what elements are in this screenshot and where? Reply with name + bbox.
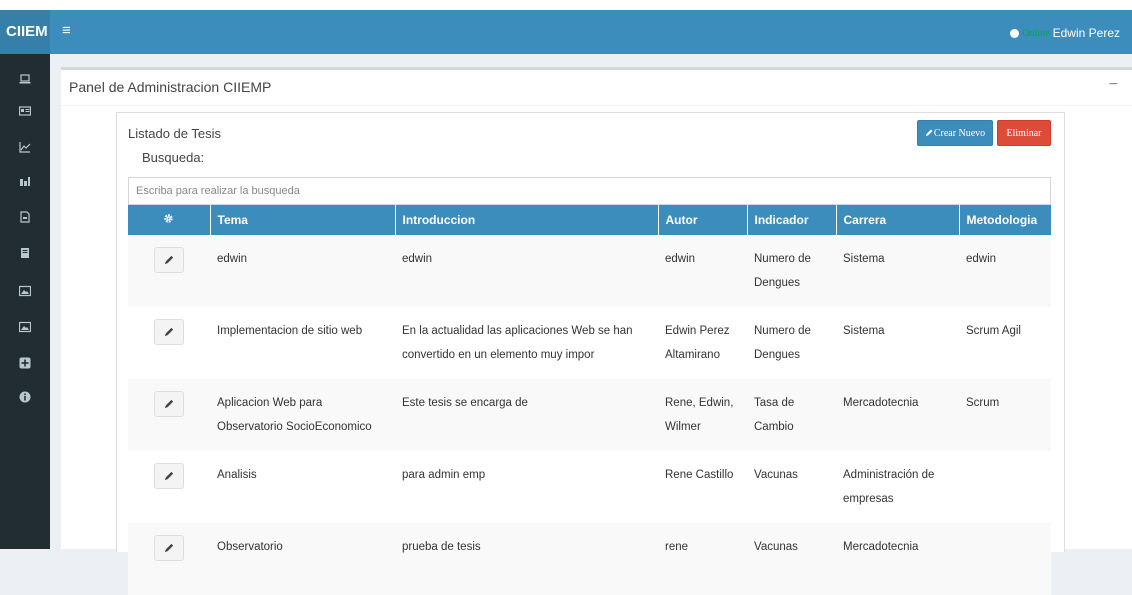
table-row: Observatorio prueba de tesis rene Vacuna… [128, 523, 1051, 595]
pencil-icon [164, 472, 173, 481]
thesis-table: Tema Introduccion Autor Indicador Carrer… [128, 205, 1052, 595]
cell-metodologia: Scrum [959, 379, 1051, 451]
admin-panel: Panel de Administracion CIIEMP − Listado… [61, 67, 1132, 595]
cell-carrera: Administración de empresas [836, 451, 959, 523]
line-chart-icon[interactable] [0, 138, 50, 156]
column-header-tema[interactable]: Tema [210, 205, 396, 235]
cell-tema: Analisis [210, 451, 395, 523]
cell-autor: rene [658, 523, 747, 595]
cell-indicador: Numero de Dengues [747, 307, 836, 379]
user-name: Edwin Perez [1052, 26, 1120, 40]
column-header-autor[interactable]: Autor [658, 205, 748, 235]
panel-divider [61, 105, 1132, 106]
create-new-label: Crear Nuevo [933, 128, 986, 139]
table-row: Analisis para admin emp Rene Castillo Va… [128, 451, 1051, 523]
app-logo[interactable]: CIIEM [0, 10, 50, 54]
cell-indicador: Vacunas [747, 523, 836, 595]
cell-autor: Edwin Perez Altamirano [658, 307, 747, 379]
cell-tema: Observatorio [210, 523, 395, 595]
pencil-icon [164, 328, 173, 337]
edit-button[interactable] [154, 319, 184, 345]
edit-button[interactable] [154, 391, 184, 417]
list-title: Listado de Tesis [128, 126, 221, 141]
sidebar [0, 54, 50, 549]
cell-autor: edwin [658, 235, 747, 307]
user-menu[interactable]: Online Edwin Perez [1010, 26, 1120, 40]
cell-metodologia: Scrum Agil [959, 307, 1051, 379]
search-input[interactable] [128, 177, 1051, 205]
edit-button[interactable] [154, 463, 184, 489]
table-row: Implementacion de sitio web En la actual… [128, 307, 1051, 379]
cell-indicador: Vacunas [747, 451, 836, 523]
cell-carrera: Mercadotecnia [836, 379, 959, 451]
cell-metodologia [959, 451, 1051, 523]
status-dot-icon [1010, 28, 1020, 38]
cell-carrera: Sistema [836, 235, 959, 307]
gear-icon [128, 205, 211, 235]
pencil-icon [925, 129, 933, 137]
cell-indicador: Tasa de Cambio [747, 379, 836, 451]
bar-chart-icon[interactable] [0, 172, 50, 190]
pencil-icon [164, 256, 173, 265]
table-header-row: Tema Introduccion Autor Indicador Carrer… [128, 205, 1052, 235]
cell-carrera: Mercadotecnia [836, 523, 959, 595]
pencil-icon [164, 400, 173, 409]
file-pdf-icon[interactable] [0, 208, 50, 226]
cell-introduccion: En la actualidad las aplicaciones Web se… [395, 307, 658, 379]
cell-introduccion: para admin emp [395, 451, 658, 523]
info-circle-icon[interactable] [0, 388, 50, 406]
column-header-metodologia[interactable]: Metodologia [959, 205, 1052, 235]
online-status: Online [1022, 27, 1050, 39]
column-header-indicador[interactable]: Indicador [747, 205, 837, 235]
edit-button[interactable] [154, 247, 184, 273]
column-header-introduccion[interactable]: Introduccion [395, 205, 659, 235]
cell-metodologia [959, 523, 1051, 595]
cell-introduccion: prueba de tesis [395, 523, 658, 595]
search-label: Busqueda: [142, 150, 205, 165]
top-navbar [0, 10, 1132, 54]
collapse-button[interactable]: − [1109, 76, 1118, 94]
thesis-list-box: Listado de Tesis Busqueda: Crear Nuevo E… [116, 112, 1065, 595]
cell-carrera: Sistema [836, 307, 959, 379]
cell-metodologia: edwin [959, 235, 1051, 307]
column-header-carrera[interactable]: Carrera [836, 205, 960, 235]
cell-autor: Rene Castillo [658, 451, 747, 523]
panel-title: Panel de Administracion CIIEMP [69, 79, 272, 95]
hamburger-icon[interactable]: ≡ [62, 22, 71, 40]
main-content: Panel de Administracion CIIEMP − Listado… [50, 54, 1132, 595]
id-card-icon[interactable] [0, 102, 50, 120]
create-new-button[interactable]: Crear Nuevo [917, 120, 993, 146]
image-icon[interactable] [0, 282, 50, 300]
laptop-icon[interactable] [0, 70, 50, 88]
cell-introduccion: edwin [395, 235, 658, 307]
cell-tema: edwin [210, 235, 395, 307]
cell-indicador: Numero de Dengues [747, 235, 836, 307]
table-row: Aplicacion Web para Observatorio SocioEc… [128, 379, 1051, 451]
plus-square-icon[interactable] [0, 354, 50, 372]
image-icon[interactable] [0, 318, 50, 336]
pencil-icon [164, 544, 173, 553]
book-icon[interactable] [0, 244, 50, 262]
cell-introduccion: Este tesis se encarga de [395, 379, 658, 451]
cell-tema: Implementacion de sitio web [210, 307, 395, 379]
table-row: edwin edwin edwin Numero de Dengues Sist… [128, 235, 1051, 307]
cell-autor: Rene, Edwin, Wilmer [658, 379, 747, 451]
cell-tema: Aplicacion Web para Observatorio SocioEc… [210, 379, 395, 451]
delete-button[interactable]: Eliminar [997, 120, 1051, 146]
window-top-strip [0, 0, 1132, 10]
edit-button[interactable] [154, 535, 184, 561]
